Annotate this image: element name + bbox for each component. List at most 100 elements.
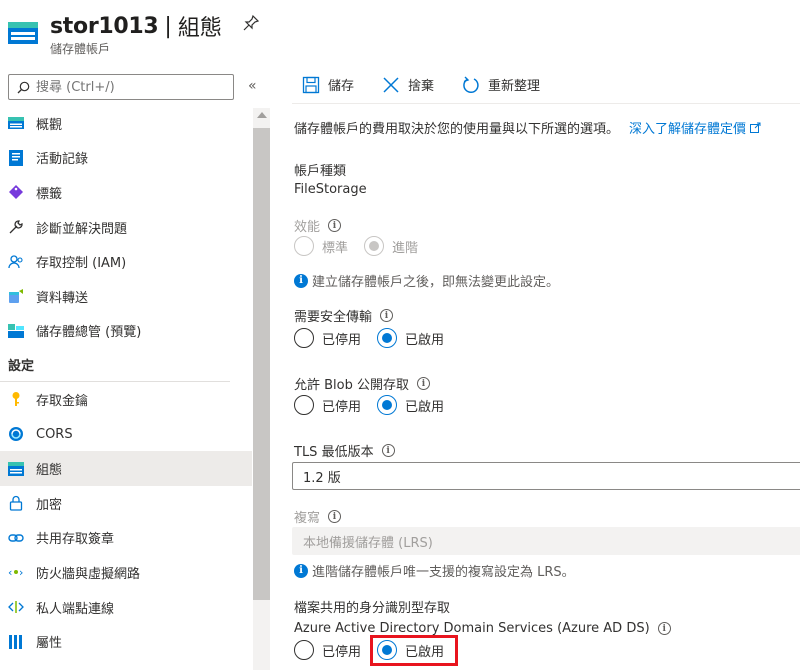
radio-label: 已停用 xyxy=(322,399,362,415)
resource-menu: « 概觀 活動記錄 標籤 診斷並解決問題 存取控制 (IAM) 資料轉送 儲存體 xyxy=(0,66,272,670)
sidebar-item-storage-explorer[interactable]: 儲存體總管 (預覽) xyxy=(0,314,252,349)
sidebar-item-encryption[interactable]: 加密 xyxy=(0,486,252,521)
tls-text: TLS 最低版本 xyxy=(294,445,374,460)
learn-more-link[interactable]: 深入了解儲存體定價 xyxy=(629,122,761,137)
data-transfer-icon xyxy=(8,288,24,304)
refresh-button[interactable]: 重新整理 xyxy=(452,75,540,94)
overview-icon xyxy=(8,115,24,131)
sidebar-item-activity-log[interactable]: 活動記錄 xyxy=(0,141,252,176)
radio-label: 標準 xyxy=(322,240,349,256)
aadds-disabled-radio[interactable] xyxy=(294,640,314,660)
scroll-thumb[interactable] xyxy=(253,128,270,600)
storage-account-icon xyxy=(8,22,38,44)
secure-transfer-disabled-radio[interactable] xyxy=(294,328,314,348)
refresh-icon xyxy=(463,76,479,93)
radio-label: 已停用 xyxy=(322,332,362,348)
people-icon xyxy=(8,254,24,270)
blob-public-disabled-radio[interactable] xyxy=(294,395,314,415)
sidebar-item-access-keys[interactable]: 存取金鑰 xyxy=(0,382,252,417)
performance-note: i 建立儲存體帳戶之後，即無法變更此設定。 xyxy=(294,271,559,290)
sidebar-item-cors[interactable]: CORS xyxy=(0,417,252,452)
menu-scrollbar[interactable] xyxy=(253,108,270,670)
scroll-up-arrow[interactable] xyxy=(257,112,267,118)
tls-version-dropdown[interactable]: 1.2 版 xyxy=(292,462,800,490)
sidebar-item-configuration[interactable]: 組態 xyxy=(0,451,252,486)
aadds-label: Azure Active Directory Domain Services (… xyxy=(294,621,671,636)
svg-text:‹: ‹ xyxy=(8,566,12,579)
collapse-menu-button[interactable]: « xyxy=(248,78,257,94)
info-icon[interactable]: i xyxy=(328,510,342,523)
svg-text:›: › xyxy=(19,566,23,579)
pin-icon[interactable] xyxy=(242,14,260,32)
note-text: 進階儲存體帳戶唯一支援的複寫設定為 LRS。 xyxy=(312,565,575,580)
secure-transfer-label: 需要安全傳輸 i xyxy=(294,306,394,325)
configuration-icon xyxy=(8,461,24,477)
search-icon xyxy=(17,81,30,93)
sidebar-item-label: 加密 xyxy=(36,497,63,513)
note-text: 建立儲存體帳戶之後，即無法變更此設定。 xyxy=(312,275,560,290)
sidebar-item-diagnose[interactable]: 診斷並解決問題 xyxy=(0,210,252,245)
account-kind-value: FileStorage xyxy=(294,182,367,197)
blob-public-enabled-radio[interactable] xyxy=(377,395,398,415)
menu-search[interactable] xyxy=(8,74,234,100)
account-kind-label: 帳戶種類 xyxy=(294,160,346,179)
secure-transfer-radio-group: 已停用 已啟用 xyxy=(294,328,460,348)
identity-section-text: 檔案共用的身分識別型存取 xyxy=(294,601,451,616)
menu-list: 概觀 活動記錄 標籤 診斷並解決問題 存取控制 (IAM) 資料轉送 儲存體總管… xyxy=(0,106,252,659)
info-icon[interactable]: i xyxy=(657,622,671,635)
refresh-label: 重新整理 xyxy=(488,79,541,94)
sidebar-item-iam[interactable]: 存取控制 (IAM) xyxy=(0,244,252,279)
info-icon[interactable]: i xyxy=(381,444,395,457)
replication-dropdown: 本地備援儲存體 (LRS) xyxy=(292,527,800,555)
secure-transfer-text: 需要安全傳輸 xyxy=(294,310,373,325)
save-label: 儲存 xyxy=(328,79,355,94)
radio-label: 已啟用 xyxy=(405,399,445,415)
sidebar-item-label: 存取金鑰 xyxy=(36,393,89,409)
sidebar-item-firewall[interactable]: ‹ › 防火牆與虛擬網路 xyxy=(0,555,252,590)
sidebar-item-label: 防火牆與虛擬網路 xyxy=(36,566,141,582)
tag-icon xyxy=(8,184,24,200)
discard-label: 捨棄 xyxy=(408,79,435,94)
blob-public-access-label: 允許 Blob 公開存取 i xyxy=(294,374,431,393)
replication-text: 複寫 xyxy=(294,511,321,526)
title-separator: | xyxy=(164,13,172,39)
sidebar-item-data-transfer[interactable]: 資料轉送 xyxy=(0,279,252,314)
link-icon xyxy=(8,530,24,546)
secure-transfer-enabled-radio[interactable] xyxy=(377,328,398,348)
info-icon[interactable]: i xyxy=(417,377,431,390)
performance-standard-radio xyxy=(294,236,314,256)
sidebar-item-label: 概觀 xyxy=(36,117,63,133)
discard-button[interactable]: 捨棄 xyxy=(372,75,434,94)
sidebar-item-label: 標籤 xyxy=(36,186,63,202)
firewall-icon: ‹ › xyxy=(8,564,24,580)
blob-public-radio-group: 已停用 已啟用 xyxy=(294,395,460,415)
sidebar-item-private-endpoint[interactable]: 私人端點連線 xyxy=(0,590,252,625)
radio-label: 已停用 xyxy=(322,644,362,660)
sidebar-item-label: 存取控制 (IAM) xyxy=(36,256,127,272)
sidebar-item-tags[interactable]: 標籤 xyxy=(0,175,252,210)
wrench-icon xyxy=(8,219,24,235)
highlight-box xyxy=(370,635,458,666)
save-button[interactable]: 儲存 xyxy=(292,75,354,94)
save-icon xyxy=(302,76,320,93)
cors-icon xyxy=(8,426,24,442)
sidebar-item-properties[interactable]: 屬性 xyxy=(0,624,252,659)
tls-version-label: TLS 最低版本 i xyxy=(294,441,395,460)
account-kind-text: 帳戶種類 xyxy=(294,164,347,179)
key-icon xyxy=(8,391,24,407)
blade-header: stor1013 | 組態 儲存體帳戶 xyxy=(0,0,800,66)
sidebar-item-overview[interactable]: 概觀 xyxy=(0,106,252,141)
sidebar-item-label: 共用存取簽章 xyxy=(36,532,115,548)
performance-label: 效能 i xyxy=(294,216,342,235)
sidebar-item-sas[interactable]: 共用存取簽章 xyxy=(0,521,252,556)
info-icon[interactable]: i xyxy=(380,309,394,322)
activity-log-icon xyxy=(8,149,24,166)
performance-text: 效能 xyxy=(294,220,321,235)
resource-name: stor1013 xyxy=(50,13,159,39)
performance-premium-radio xyxy=(364,236,385,256)
identity-access-section: 檔案共用的身分識別型存取 xyxy=(294,597,450,616)
description-text: 儲存體帳戶的費用取決於您的使用量與以下所選的選項。 xyxy=(294,122,620,137)
search-input[interactable] xyxy=(36,79,226,95)
info-icon[interactable]: i xyxy=(328,219,342,232)
tls-selected-value: 1.2 版 xyxy=(303,470,341,486)
